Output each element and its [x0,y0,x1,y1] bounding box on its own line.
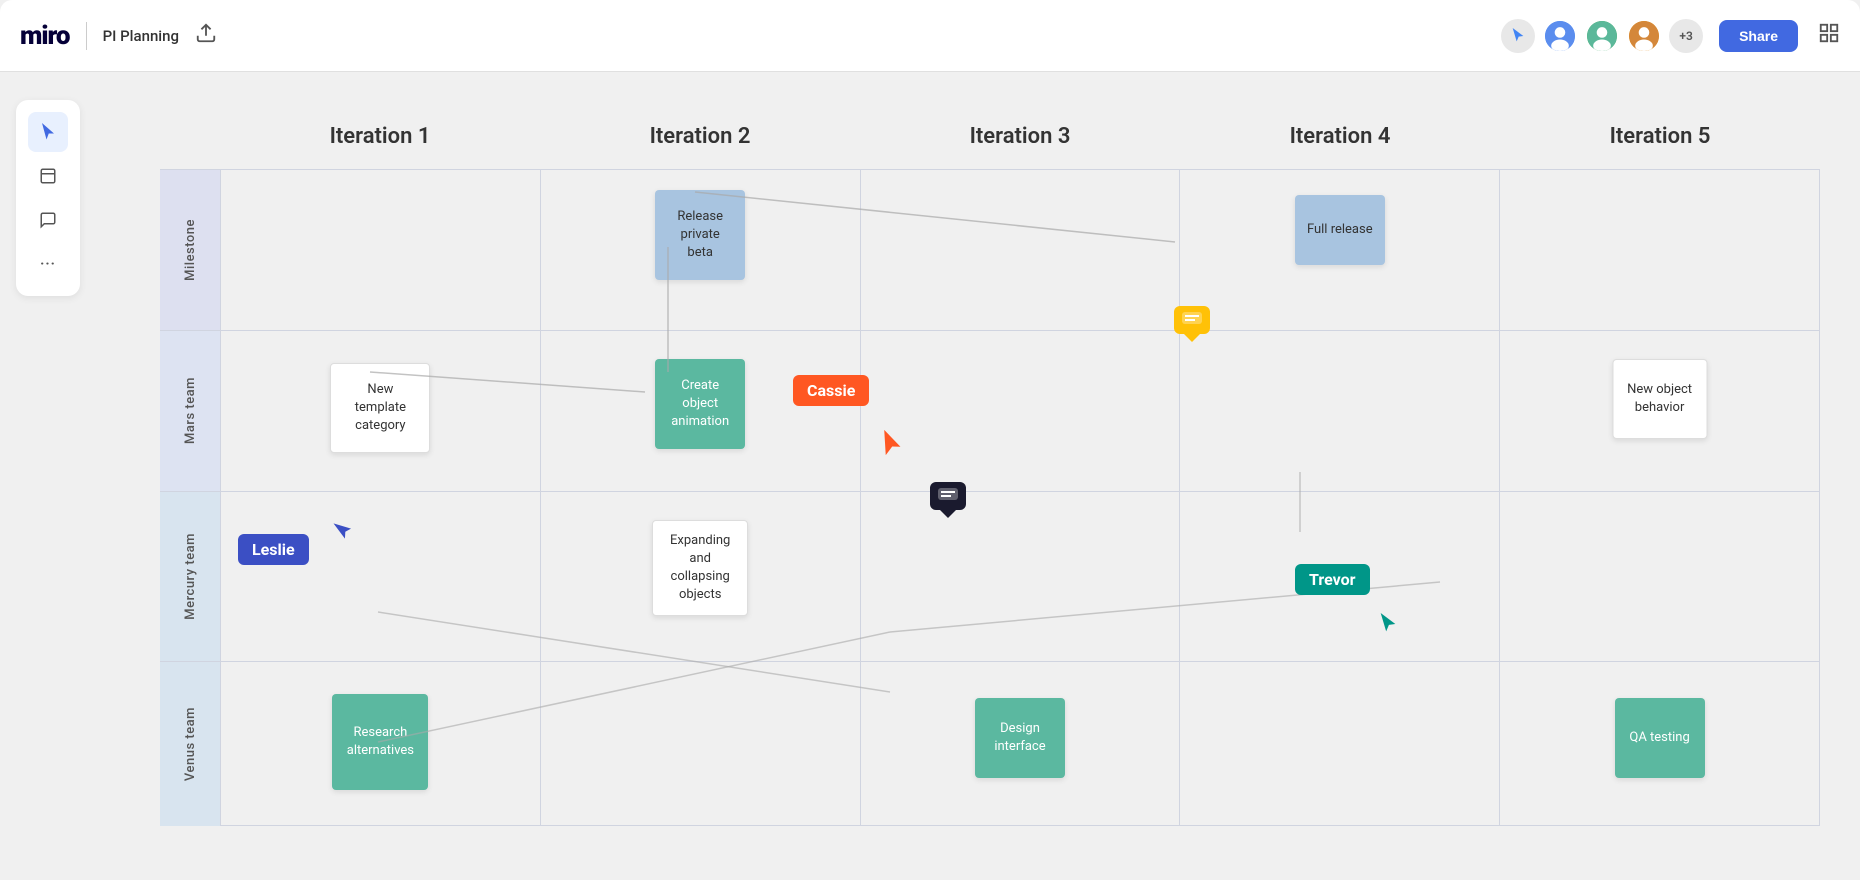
miro-logo: miro [20,21,70,51]
row-mercury: Mercury team Expanding and collapsing ob… [160,491,1820,661]
board-title: PI Planning [103,27,179,45]
topbar-divider [86,22,87,50]
cell-milestone-2: Release private beta [540,170,860,330]
row-label-milestone: Milestone [160,169,220,330]
cell-milestone-5 [1499,170,1820,330]
cell-milestone-1 [220,170,540,330]
share-button[interactable]: Share [1719,20,1798,52]
canvas: Iteration 1 Iteration 2 Iteration 3 Iter… [0,72,1860,880]
cell-mercury-3 [860,492,1180,661]
sticky-expanding[interactable]: Expanding and collapsing objects [652,520,748,616]
row-label-mercury: Mercury team [160,491,220,661]
cassie-label: Cassie [793,375,869,406]
topbar-right: +3 Share [1501,19,1840,53]
col-header-1: Iteration 1 [220,112,540,169]
row-label-mars: Mars team [160,330,220,491]
cell-mercury-1 [220,492,540,661]
sticky-release-private-beta[interactable]: Release private beta [655,190,745,280]
col-header-3: Iteration 3 [860,112,1180,169]
cell-venus-3: Design interface [860,662,1180,825]
upload-icon[interactable] [195,22,217,49]
cell-mars-4 [1179,331,1499,491]
cursor-tool[interactable] [28,112,68,152]
sticky-full-release[interactable]: Full release [1295,195,1385,265]
comment-bubble-yellow[interactable] [1174,306,1210,334]
avatar-3 [1627,19,1661,53]
cell-milestone-3 [860,170,1180,330]
cell-venus-1: Research alternatives [220,662,540,825]
comment-tool[interactable] [28,200,68,240]
sticky-new-template[interactable]: New template category [330,363,430,453]
avatar-1 [1543,19,1577,53]
column-headers: Iteration 1 Iteration 2 Iteration 3 Iter… [220,112,1820,169]
row-label-venus: Venus team [160,661,220,826]
cell-venus-5: QA testing [1499,662,1820,825]
more-avatars-button[interactable]: +3 [1669,19,1703,53]
sticky-note-tool[interactable] [28,156,68,196]
cell-mars-5: New object behavior [1499,331,1820,491]
sticky-new-object-behavior[interactable]: New object behavior [1612,359,1707,439]
left-sidebar: ··· [16,100,80,296]
cell-mars-3 [860,331,1180,491]
cell-venus-2 [540,662,860,825]
sticky-research[interactable]: Research alternatives [332,694,428,790]
sticky-design-interface[interactable]: Design interface [975,698,1065,778]
col-header-5: Iteration 5 [1500,112,1820,169]
col-header-2: Iteration 2 [540,112,860,169]
cell-mercury-2: Expanding and collapsing objects [540,492,860,661]
trevor-label: Trevor [1295,564,1370,595]
avatar-2 [1585,19,1619,53]
cell-milestone-4: Full release [1179,170,1499,330]
row-milestone: Milestone Release private beta Full rele… [160,169,1820,330]
row-mars: Mars team New template category Create o… [160,330,1820,491]
cursor-avatar [1501,19,1535,53]
topbar: miro PI Planning [0,0,1860,72]
planning-grid: Iteration 1 Iteration 2 Iteration 3 Iter… [160,112,1820,826]
cell-mercury-5 [1499,492,1820,661]
cell-mars-2: Create object animation [540,331,860,491]
col-header-4: Iteration 4 [1180,112,1500,169]
trevor-cursor [1377,613,1399,640]
comment-bubble-black[interactable] [930,482,966,510]
cell-mars-1: New template category [220,331,540,491]
more-tools[interactable]: ··· [28,244,68,284]
row-venus: Venus team Research alternatives Design … [160,661,1820,826]
leslie-label: Leslie [238,534,309,565]
menu-icon[interactable] [1818,22,1840,49]
sticky-create-object[interactable]: Create object animation [655,359,745,449]
sticky-qa-testing[interactable]: QA testing [1615,698,1705,778]
cell-venus-4 [1179,662,1499,825]
